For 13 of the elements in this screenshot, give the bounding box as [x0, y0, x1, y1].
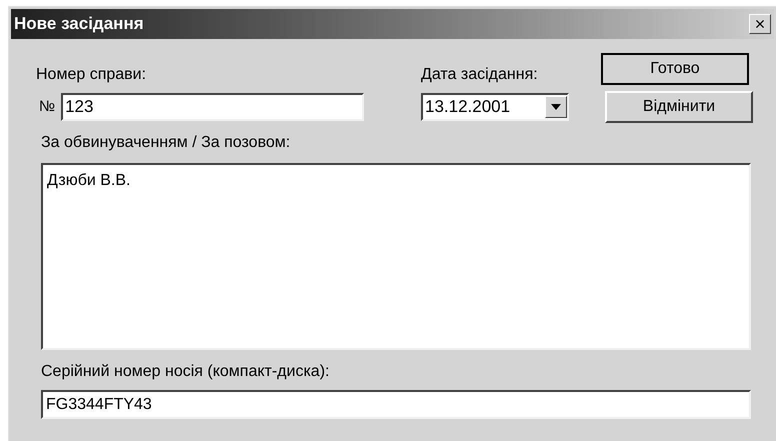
field-label: Серійний номер носія (компакт-диска): — [41, 362, 330, 382]
dialog-button[interactable]: Готово — [601, 53, 749, 85]
window-title: Нове засідання — [14, 13, 144, 36]
close-button[interactable]: × — [749, 14, 771, 34]
date-dropdown[interactable]: 13.12.2001 — [421, 93, 569, 121]
field-label: Дата засідання: — [421, 65, 539, 85]
number-sign: № — [39, 96, 56, 117]
serial-number-field[interactable]: FG3344FTY43 — [41, 390, 751, 419]
field-label: Номер справи: — [36, 65, 148, 85]
dialog-button[interactable]: Відмінити — [605, 91, 753, 123]
parties-textarea[interactable]: Дзюби В.В. — [41, 163, 751, 350]
case-number-field[interactable]: 123 — [61, 93, 364, 121]
field-label: За обвинуваченням / За позовом: — [41, 133, 292, 153]
